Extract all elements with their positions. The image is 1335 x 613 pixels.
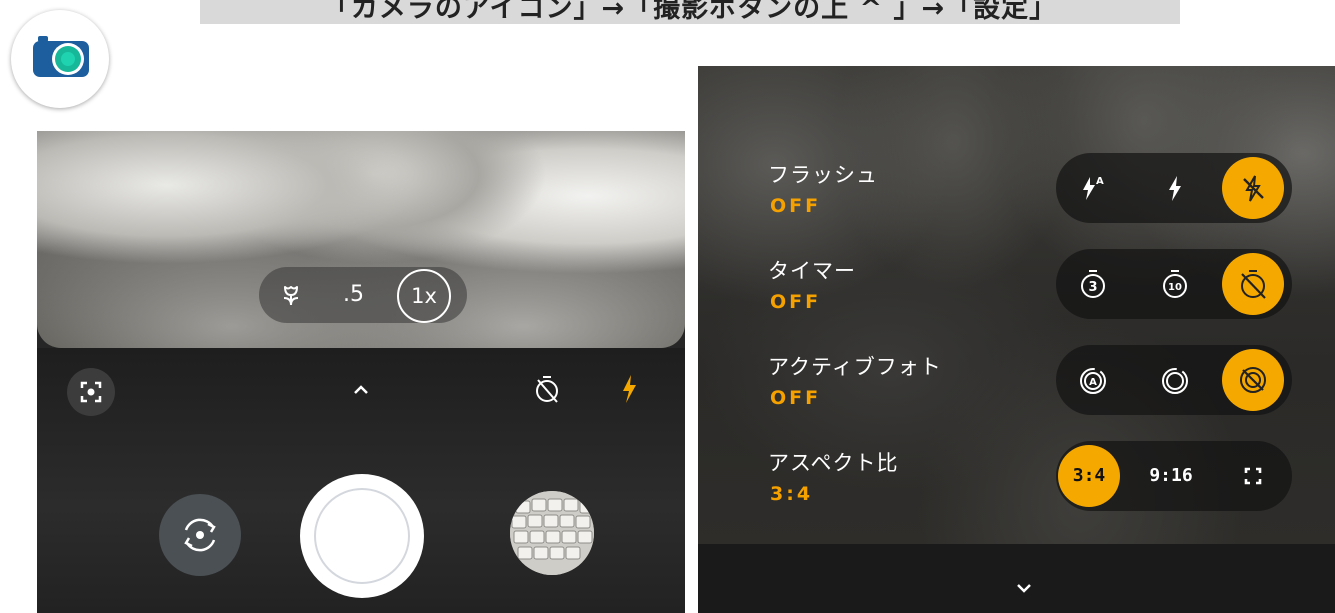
chevron-up-icon[interactable] [349,378,373,402]
flash-auto-option[interactable]: A [1062,157,1124,219]
active-photo-auto-option[interactable]: A [1062,349,1124,411]
aspect-options: 3:4 9:16 [1056,441,1292,511]
zoom-half-button[interactable]: .5 [343,282,364,307]
aspect-full-option[interactable] [1222,445,1284,507]
banner-text: 「カメラのアイコン」→「撮影ボタンの上 ^ 」→「設定」 [322,0,1058,24]
keyboard-thumbnail-image [510,491,594,575]
svg-text:A: A [1096,176,1104,187]
timer-off-icon [1241,270,1266,299]
viewfinder[interactable]: .5 1x [37,131,685,348]
gallery-thumbnail[interactable] [510,491,594,575]
timer-options: 3 10 [1056,249,1292,319]
lens-button[interactable] [67,368,115,416]
active-photo-on-option[interactable] [1144,349,1206,411]
shutter-inner-ring [314,488,410,584]
active-photo-off-option[interactable] [1222,349,1284,411]
svg-text:3: 3 [1088,280,1097,295]
aspect-value: 3:4 [770,483,814,505]
timer-3-option[interactable]: 3 [1062,253,1124,315]
active-photo-off-icon [1240,367,1266,393]
flash-value: OFF [770,195,822,217]
active-photo-label: アクティブフォト [768,355,942,379]
camera-main-screen: .5 1x [37,131,685,613]
lens-focus-icon [80,381,102,403]
chevron-down-icon[interactable] [1012,576,1036,600]
aspect-label: アスペクト比 [768,451,899,475]
camera-app-icon[interactable] [11,10,109,108]
shutter-button[interactable] [300,474,424,598]
settings-bottom-bar [698,544,1335,613]
timer-label: タイマー [768,259,856,283]
svg-text:10: 10 [1168,282,1182,293]
flash-off-icon [1243,175,1264,202]
active-photo-value: OFF [770,387,822,409]
camera-controls [37,348,685,613]
zoom-1x-button[interactable]: 1x [397,269,451,323]
active-photo-auto-icon: A [1080,368,1106,394]
svg-text:A: A [1089,377,1097,388]
timer-off-option[interactable] [1222,253,1284,315]
instruction-banner: 「カメラのアイコン」→「撮影ボタンの上 ^ 」→「設定」 [200,0,1180,24]
timer-10-icon: 10 [1163,270,1187,298]
camera-flip-button[interactable] [159,494,241,576]
flash-icon[interactable] [617,372,641,406]
active-photo-on-icon [1162,368,1188,394]
flash-on-option[interactable] [1144,157,1206,219]
zoom-selector: .5 1x [259,267,467,323]
flash-off-option[interactable] [1222,157,1284,219]
aspect-9-16-option[interactable]: 9:16 [1140,445,1202,507]
camera-settings-screen: フラッシュ OFF A タイマー OFF 3 10 アクティブフォト OFF A… [698,66,1335,613]
flower-icon[interactable] [277,281,305,309]
aspect-9-16-text: 9:16 [1149,465,1193,486]
timer-off-icon[interactable] [533,374,561,404]
timer-value: OFF [770,291,822,313]
flash-auto-icon: A [1083,176,1104,200]
aspect-3-4-option[interactable]: 3:4 [1058,445,1120,507]
aspect-3-4-text: 3:4 [1072,465,1106,486]
active-photo-options: A [1056,345,1292,415]
timer-10-option[interactable]: 10 [1144,253,1206,315]
flash-on-icon [1169,176,1181,201]
flash-label: フラッシュ [768,163,878,187]
timer-3-icon: 3 [1081,270,1105,298]
full-screen-icon [1244,467,1262,485]
flash-options: A [1056,153,1292,223]
camera-flip-icon [184,518,216,552]
camera-icon [33,36,89,77]
